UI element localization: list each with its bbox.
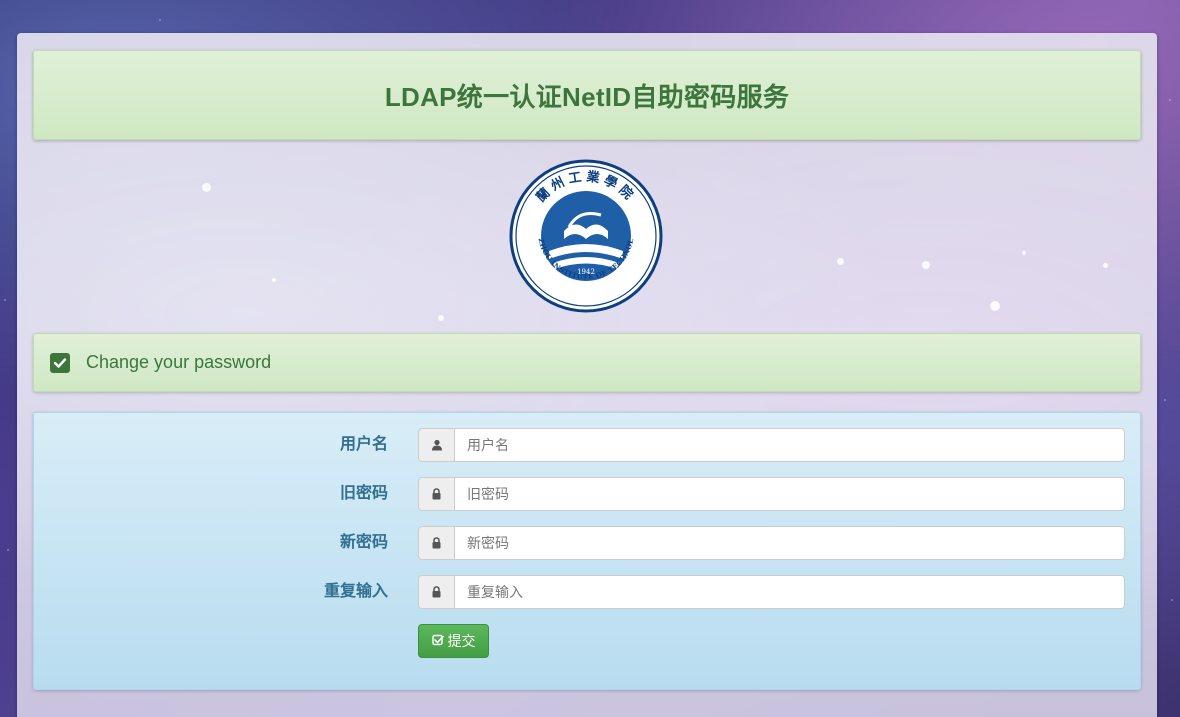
username-input[interactable]: [454, 428, 1125, 462]
sparkle: [202, 183, 211, 192]
sparkle: [837, 258, 844, 265]
page-header: LDAP统一认证NetID自助密码服务: [33, 50, 1141, 140]
lock-icon: [418, 477, 454, 511]
check-square-icon: [50, 352, 70, 373]
page-title: LDAP统一认证NetID自助密码服务: [384, 81, 790, 112]
form-row-username: 用户名: [34, 428, 1140, 462]
sparkle: [438, 315, 444, 321]
lock-icon: [418, 526, 454, 560]
submit-button[interactable]: 提交: [418, 624, 489, 658]
repeat-password-input-group: [418, 575, 1125, 609]
repeat-password-label: 重复输入: [323, 583, 388, 600]
username-label: 用户名: [339, 436, 388, 453]
change-password-alert: Change your password: [33, 333, 1141, 392]
sparkle: [1022, 251, 1026, 255]
school-emblem-icon: 蘭州工業學院 LANZHOU INSTITUTE OF TECHNOLOGY 1…: [505, 152, 663, 313]
password-form: 用户名 旧密码 新密码: [33, 412, 1141, 690]
main-panel: LDAP统一认证NetID自助密码服务 蘭州工業學院 LANZHOU INSTI…: [17, 33, 1157, 717]
old-password-input[interactable]: [454, 477, 1125, 511]
sparkle: [1103, 263, 1108, 268]
check-square-o-icon: [431, 633, 444, 649]
emblem-year: 1942: [577, 268, 595, 276]
username-input-group: [418, 428, 1125, 462]
old-password-input-group: [418, 477, 1125, 511]
lock-icon: [418, 575, 454, 609]
new-password-label: 新密码: [339, 534, 388, 551]
alert-text: Change your password: [86, 352, 272, 372]
user-icon: [418, 428, 454, 462]
sparkle: [272, 278, 276, 282]
new-password-input[interactable]: [454, 526, 1125, 560]
sparkle: [990, 301, 1000, 311]
new-password-input-group: [418, 526, 1125, 560]
old-password-label: 旧密码: [339, 485, 388, 502]
form-row-old-password: 旧密码: [34, 477, 1140, 511]
submit-label: 提交: [447, 633, 476, 649]
repeat-password-input[interactable]: [454, 575, 1125, 609]
sparkle: [922, 261, 930, 269]
form-row-new-password: 新密码: [34, 526, 1140, 560]
form-row-repeat-password: 重复输入: [34, 575, 1140, 609]
